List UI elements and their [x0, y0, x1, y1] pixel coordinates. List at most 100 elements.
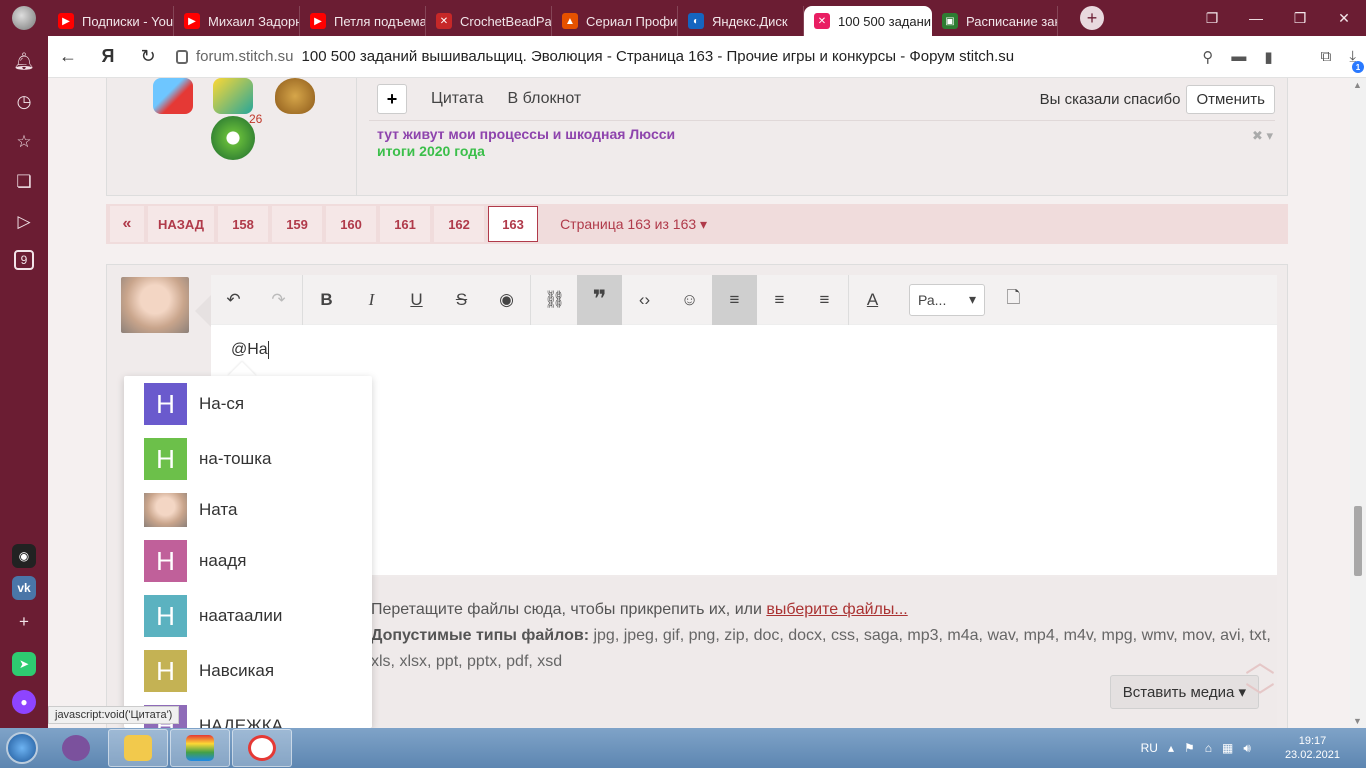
- new-tab-button[interactable]: +: [1080, 6, 1104, 30]
- explorer-taskbar-button[interactable]: [108, 729, 168, 767]
- page-link[interactable]: 159: [272, 206, 323, 242]
- smiley-icon[interactable]: ☺: [667, 275, 712, 325]
- bluestacks-taskbar-button[interactable]: [170, 729, 230, 767]
- vk-icon[interactable]: vk: [12, 576, 36, 600]
- preview-icon[interactable]: ◉: [484, 275, 529, 325]
- extensions-icon[interactable]: ⧉: [1321, 48, 1332, 65]
- history-icon[interactable]: ◷: [12, 90, 36, 114]
- browser-menu-button[interactable]: [0, 0, 48, 36]
- signature-link-results[interactable]: итоги 2020 года: [377, 143, 485, 159]
- volume-icon[interactable]: 🔊︎: [1243, 741, 1251, 756]
- clock-date: 23.02.2021: [1284, 749, 1340, 761]
- mention-item[interactable]: Н Навсикая: [144, 650, 274, 692]
- insert-media-button[interactable]: Вставить медиа ▾: [1109, 675, 1259, 709]
- device-icon[interactable]: ⌂: [1205, 741, 1212, 755]
- code-icon[interactable]: ‹›: [622, 275, 667, 325]
- network-icon[interactable]: ▦: [1222, 741, 1233, 755]
- star-icon[interactable]: ☆: [12, 130, 36, 154]
- link-icon[interactable]: ⛓: [532, 275, 577, 325]
- yandex-browser-taskbar-button[interactable]: [232, 729, 292, 767]
- tab-4[interactable]: ▲ Сериал Профиль: [552, 6, 678, 36]
- quote-link[interactable]: Цитата: [431, 90, 484, 108]
- page-link[interactable]: 161: [380, 206, 431, 242]
- start-button[interactable]: [0, 728, 44, 768]
- assistant-icon[interactable]: ●: [12, 690, 36, 714]
- reload-button[interactable]: ↻: [128, 37, 168, 77]
- scrollbar-thumb[interactable]: [1354, 506, 1362, 576]
- text-color-icon[interactable]: A: [850, 275, 895, 325]
- tab-title: Расписание занятий: [966, 13, 1057, 29]
- url-field[interactable]: forum.stitch.su 100 500 заданий вышиваль…: [176, 48, 1014, 65]
- restore-icon[interactable]: ❒: [1278, 0, 1322, 36]
- undo-icon[interactable]: ↶: [211, 275, 256, 325]
- viber-taskbar-button[interactable]: [46, 729, 106, 767]
- mention-item[interactable]: Ннаадя: [144, 540, 246, 582]
- signature-controls[interactable]: ✖ ▾: [1252, 128, 1273, 144]
- underline-icon[interactable]: U: [394, 275, 439, 325]
- money-bag-award-icon: [275, 78, 315, 114]
- downloads-icon[interactable]: ⤓ 1: [1349, 48, 1364, 73]
- series-icon: ▲: [562, 13, 578, 29]
- flag-icon[interactable]: ⚑: [1184, 741, 1195, 755]
- alice-icon[interactable]: ◉: [12, 544, 36, 568]
- tab-0[interactable]: ▶ Подписки - YouTube: [48, 6, 174, 36]
- add-panel-icon[interactable]: +: [12, 610, 36, 634]
- tab-5[interactable]: ◐ Яндекс.Диск: [678, 6, 804, 36]
- font-size-select[interactable]: Ра... ▾: [909, 283, 985, 316]
- align-left-icon[interactable]: ≡: [712, 274, 757, 325]
- language-indicator[interactable]: RU: [1141, 741, 1158, 755]
- back-page-button[interactable]: НАЗАД: [148, 206, 215, 242]
- page-info-dropdown[interactable]: Страница 163 из 163 ▾: [560, 216, 707, 233]
- cancel-thanks-button[interactable]: Отменить: [1186, 84, 1275, 114]
- scroll-up-arrow[interactable]: ▲: [1353, 80, 1362, 90]
- redo-icon[interactable]: ↷: [256, 275, 301, 325]
- tab-manager-icon[interactable]: ❐: [1190, 0, 1234, 36]
- scroll-down-icon[interactable]: ﹀: [1245, 673, 1275, 717]
- page-link[interactable]: 162: [434, 206, 485, 242]
- align-right-icon[interactable]: ≡: [802, 275, 847, 325]
- yandex-button[interactable]: Я: [88, 37, 128, 77]
- page-scrollbar[interactable]: ▲ ▼: [1350, 78, 1366, 728]
- clock[interactable]: 19:17 23.02.2021: [1285, 734, 1340, 762]
- new-document-icon[interactable]: 🗋: [991, 275, 1036, 325]
- tab-6-active[interactable]: ✕ 100 500 заданий: [804, 6, 932, 36]
- page-link[interactable]: 160: [326, 206, 377, 242]
- notebook-link[interactable]: В блокнот: [508, 90, 582, 108]
- tab-7[interactable]: ▣ Расписание занятий: [932, 6, 1058, 36]
- nine-icon[interactable]: 9: [14, 250, 34, 270]
- bell-icon[interactable]: 🔔︎: [12, 50, 36, 74]
- bold-icon[interactable]: B: [304, 275, 349, 325]
- close-icon[interactable]: ✕: [1322, 0, 1366, 36]
- messenger-icon[interactable]: ➤: [12, 652, 36, 676]
- mention-item[interactable]: Нна-тошка: [144, 438, 271, 480]
- strikethrough-icon[interactable]: S: [439, 275, 484, 325]
- editor-text[interactable]: @На: [231, 341, 269, 359]
- choose-files-link[interactable]: выберите файлы...: [766, 601, 907, 618]
- play-icon[interactable]: ▷: [12, 210, 36, 234]
- tab-3[interactable]: ✕ CrochetBeadPaint: [426, 6, 552, 36]
- page-link[interactable]: 158: [218, 206, 269, 242]
- allowed-types-list: jpg, jpeg, gif, png, zip, doc, docx, css…: [589, 627, 1271, 644]
- signature-link-processes[interactable]: тут живут мои процессы и шкодная Люсси: [377, 126, 675, 142]
- first-page-button[interactable]: «: [110, 206, 144, 242]
- tray-expand-icon[interactable]: ▴: [1168, 741, 1174, 755]
- tab-1[interactable]: ▶ Михаил Задорнов: [174, 6, 300, 36]
- collections-icon[interactable]: ❏: [12, 170, 36, 194]
- mention-item[interactable]: Ната: [144, 489, 237, 531]
- mention-item[interactable]: Ннаатаалии: [144, 595, 282, 637]
- tab-2[interactable]: ▶ Петля подъема: [300, 6, 426, 36]
- reader-icon[interactable]: ▬: [1231, 48, 1246, 65]
- zoom-icon[interactable]: ⚲: [1202, 48, 1213, 66]
- back-button[interactable]: ←: [48, 37, 88, 77]
- scroll-down-arrow[interactable]: ▼: [1353, 716, 1362, 726]
- italic-icon[interactable]: I: [349, 275, 394, 325]
- signature-divider: [369, 120, 1275, 121]
- bookmark-icon[interactable]: ▮: [1264, 48, 1272, 66]
- quote-icon[interactable]: ❞: [577, 274, 622, 325]
- folder-icon: [124, 735, 152, 761]
- allowed-types-cont: xls, xlsx, ppt, pptx, pdf, xsd: [371, 653, 563, 670]
- plus-button[interactable]: +: [377, 84, 407, 114]
- align-center-icon[interactable]: ≡: [757, 275, 802, 325]
- minimize-icon[interactable]: —: [1234, 0, 1278, 36]
- mention-item[interactable]: Н На-ся: [144, 383, 244, 425]
